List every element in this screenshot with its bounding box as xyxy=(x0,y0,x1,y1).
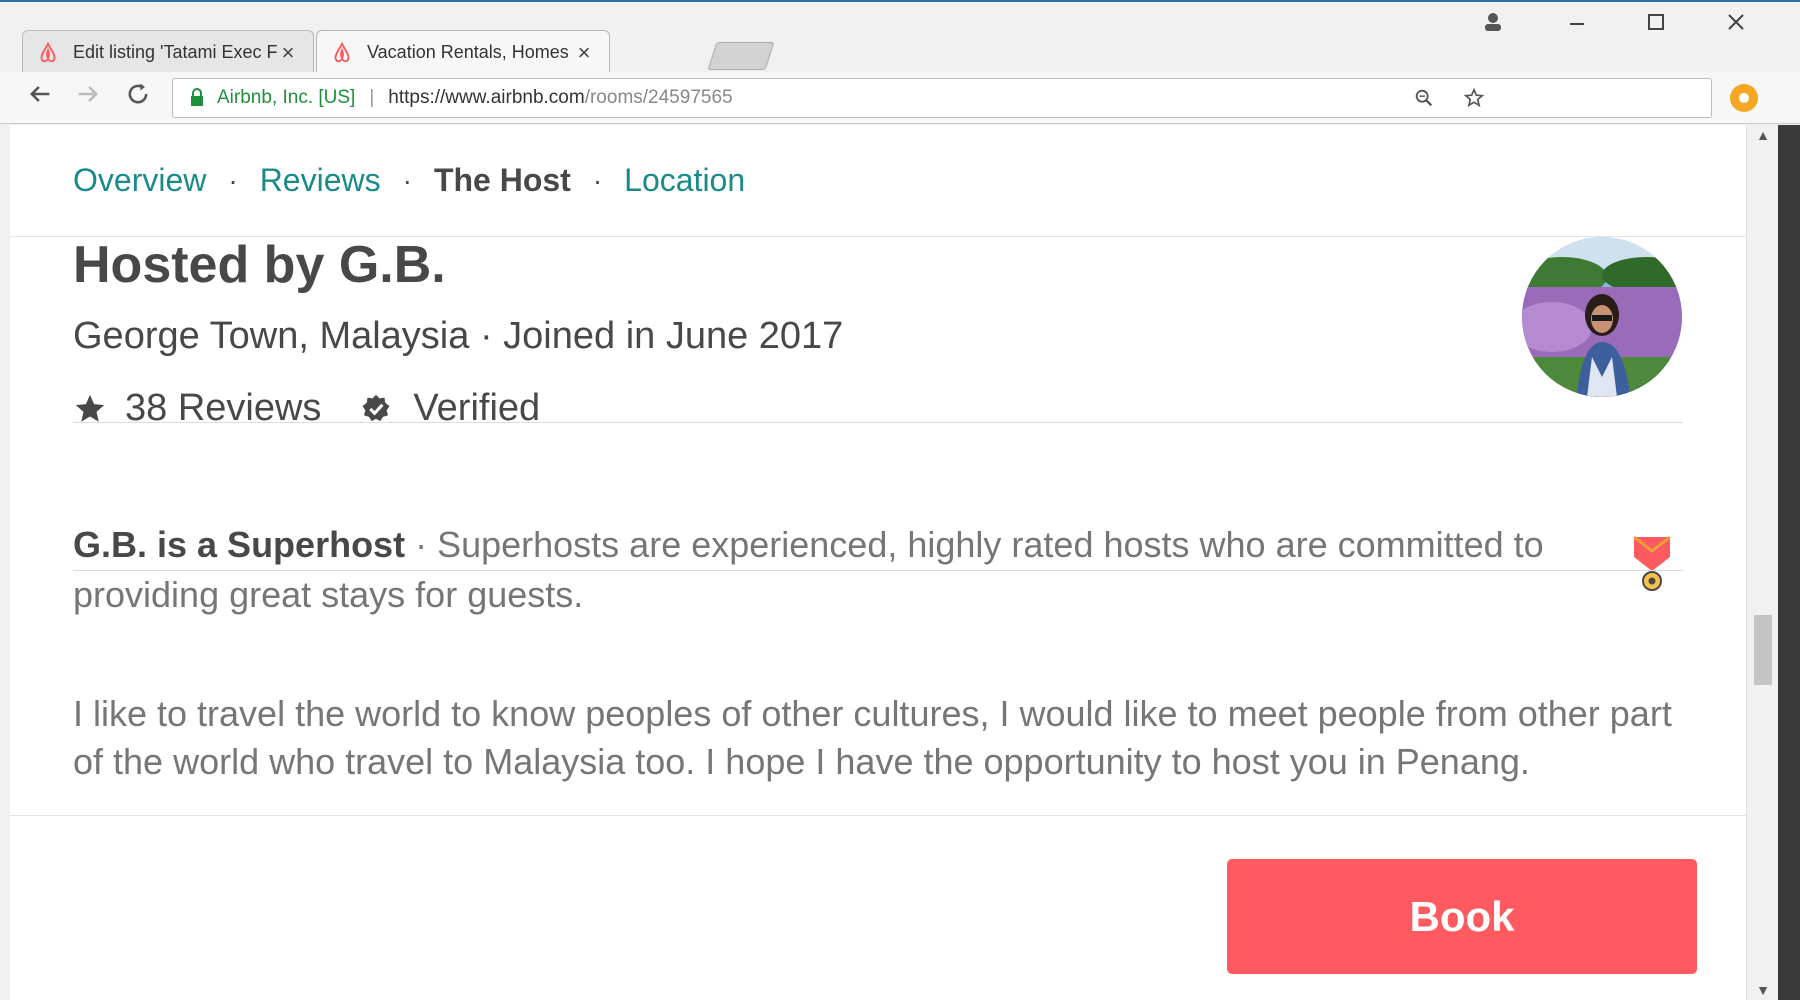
tab-strip: Edit listing 'Tatami Exec F × Vacation R… xyxy=(0,0,1800,74)
tab-vacation-rentals[interactable]: Vacation Rentals, Homes × xyxy=(316,30,610,74)
tab-title: Edit listing 'Tatami Exec F xyxy=(73,42,277,62)
tab-title: Vacation Rentals, Homes xyxy=(367,42,569,62)
vertical-scrollbar[interactable]: ▲ ▼ xyxy=(1746,125,1779,1000)
listing-subnav: Overview · Reviews · The Host · Location xyxy=(10,125,1746,237)
browser-window: Edit listing 'Tatami Exec F × Vacation R… xyxy=(0,0,1800,1000)
minimize-icon[interactable] xyxy=(1557,10,1597,41)
tab-edit-listing[interactable]: Edit listing 'Tatami Exec F × xyxy=(22,30,314,74)
browser-toolbar: Airbnb, Inc. [US] | https://www.airbnb.c… xyxy=(0,72,1800,124)
page-viewport: Overview · Reviews · The Host · Location… xyxy=(10,125,1746,1000)
url-path: /rooms/24597565 xyxy=(584,87,733,108)
zoom-icon[interactable] xyxy=(1413,87,1435,115)
host-stats: 38 Reviews Verified xyxy=(73,387,540,430)
close-tab-icon[interactable]: × xyxy=(277,40,299,66)
account-icon[interactable] xyxy=(1473,10,1513,41)
url-host: https://www.airbnb.com xyxy=(388,87,585,108)
subnav-separator: · xyxy=(402,164,412,196)
superhost-title: G.B. is a Superhost xyxy=(73,524,406,565)
host-avatar[interactable] xyxy=(1522,237,1682,397)
booking-bar: Book xyxy=(10,815,1746,1000)
address-separator: | xyxy=(369,87,375,108)
scroll-down-icon[interactable]: ▼ xyxy=(1747,982,1779,998)
close-window-icon[interactable] xyxy=(1716,10,1756,41)
extension-icon[interactable] xyxy=(1730,84,1758,112)
subnav-the-host[interactable]: The Host xyxy=(434,162,571,199)
lock-icon xyxy=(189,88,205,108)
divider xyxy=(73,570,1683,571)
subnav-separator: · xyxy=(228,164,238,196)
bookmark-star-icon[interactable] xyxy=(1463,87,1485,115)
subnav-reviews[interactable]: Reviews xyxy=(260,162,381,199)
maximize-icon[interactable] xyxy=(1636,10,1676,41)
airbnb-logo-icon xyxy=(331,41,353,64)
star-icon xyxy=(73,392,107,426)
security-label: Airbnb, Inc. [US] xyxy=(217,87,356,108)
book-button[interactable]: Book xyxy=(1227,859,1697,974)
forward-icon[interactable] xyxy=(70,80,106,116)
reviews-count[interactable]: 38 Reviews xyxy=(125,387,321,430)
airbnb-logo-icon xyxy=(37,41,59,64)
verified-label: Verified xyxy=(413,387,541,429)
host-location-joined: George Town, Malaysia · Joined in June 2… xyxy=(73,315,844,357)
back-icon[interactable] xyxy=(22,80,58,116)
host-heading: Hosted by G.B. xyxy=(73,236,446,294)
superhost-medal-icon xyxy=(1632,533,1672,602)
scroll-up-icon[interactable]: ▲ xyxy=(1747,127,1779,143)
subnav-overview[interactable]: Overview xyxy=(73,162,206,199)
scrollbar-thumb[interactable] xyxy=(1754,615,1772,685)
subnav-separator: · xyxy=(592,164,603,196)
host-about: I like to travel the world to know peopl… xyxy=(73,693,1672,782)
address-bar[interactable]: Airbnb, Inc. [US] | https://www.airbnb.c… xyxy=(172,78,1712,118)
subnav-location[interactable]: Location xyxy=(624,162,745,199)
reload-icon[interactable] xyxy=(120,80,156,116)
close-tab-icon[interactable]: × xyxy=(573,40,595,66)
verified-badge-icon xyxy=(359,392,393,426)
new-tab-button[interactable] xyxy=(707,42,775,70)
divider xyxy=(73,422,1683,423)
desktop-edge xyxy=(1778,125,1800,1000)
